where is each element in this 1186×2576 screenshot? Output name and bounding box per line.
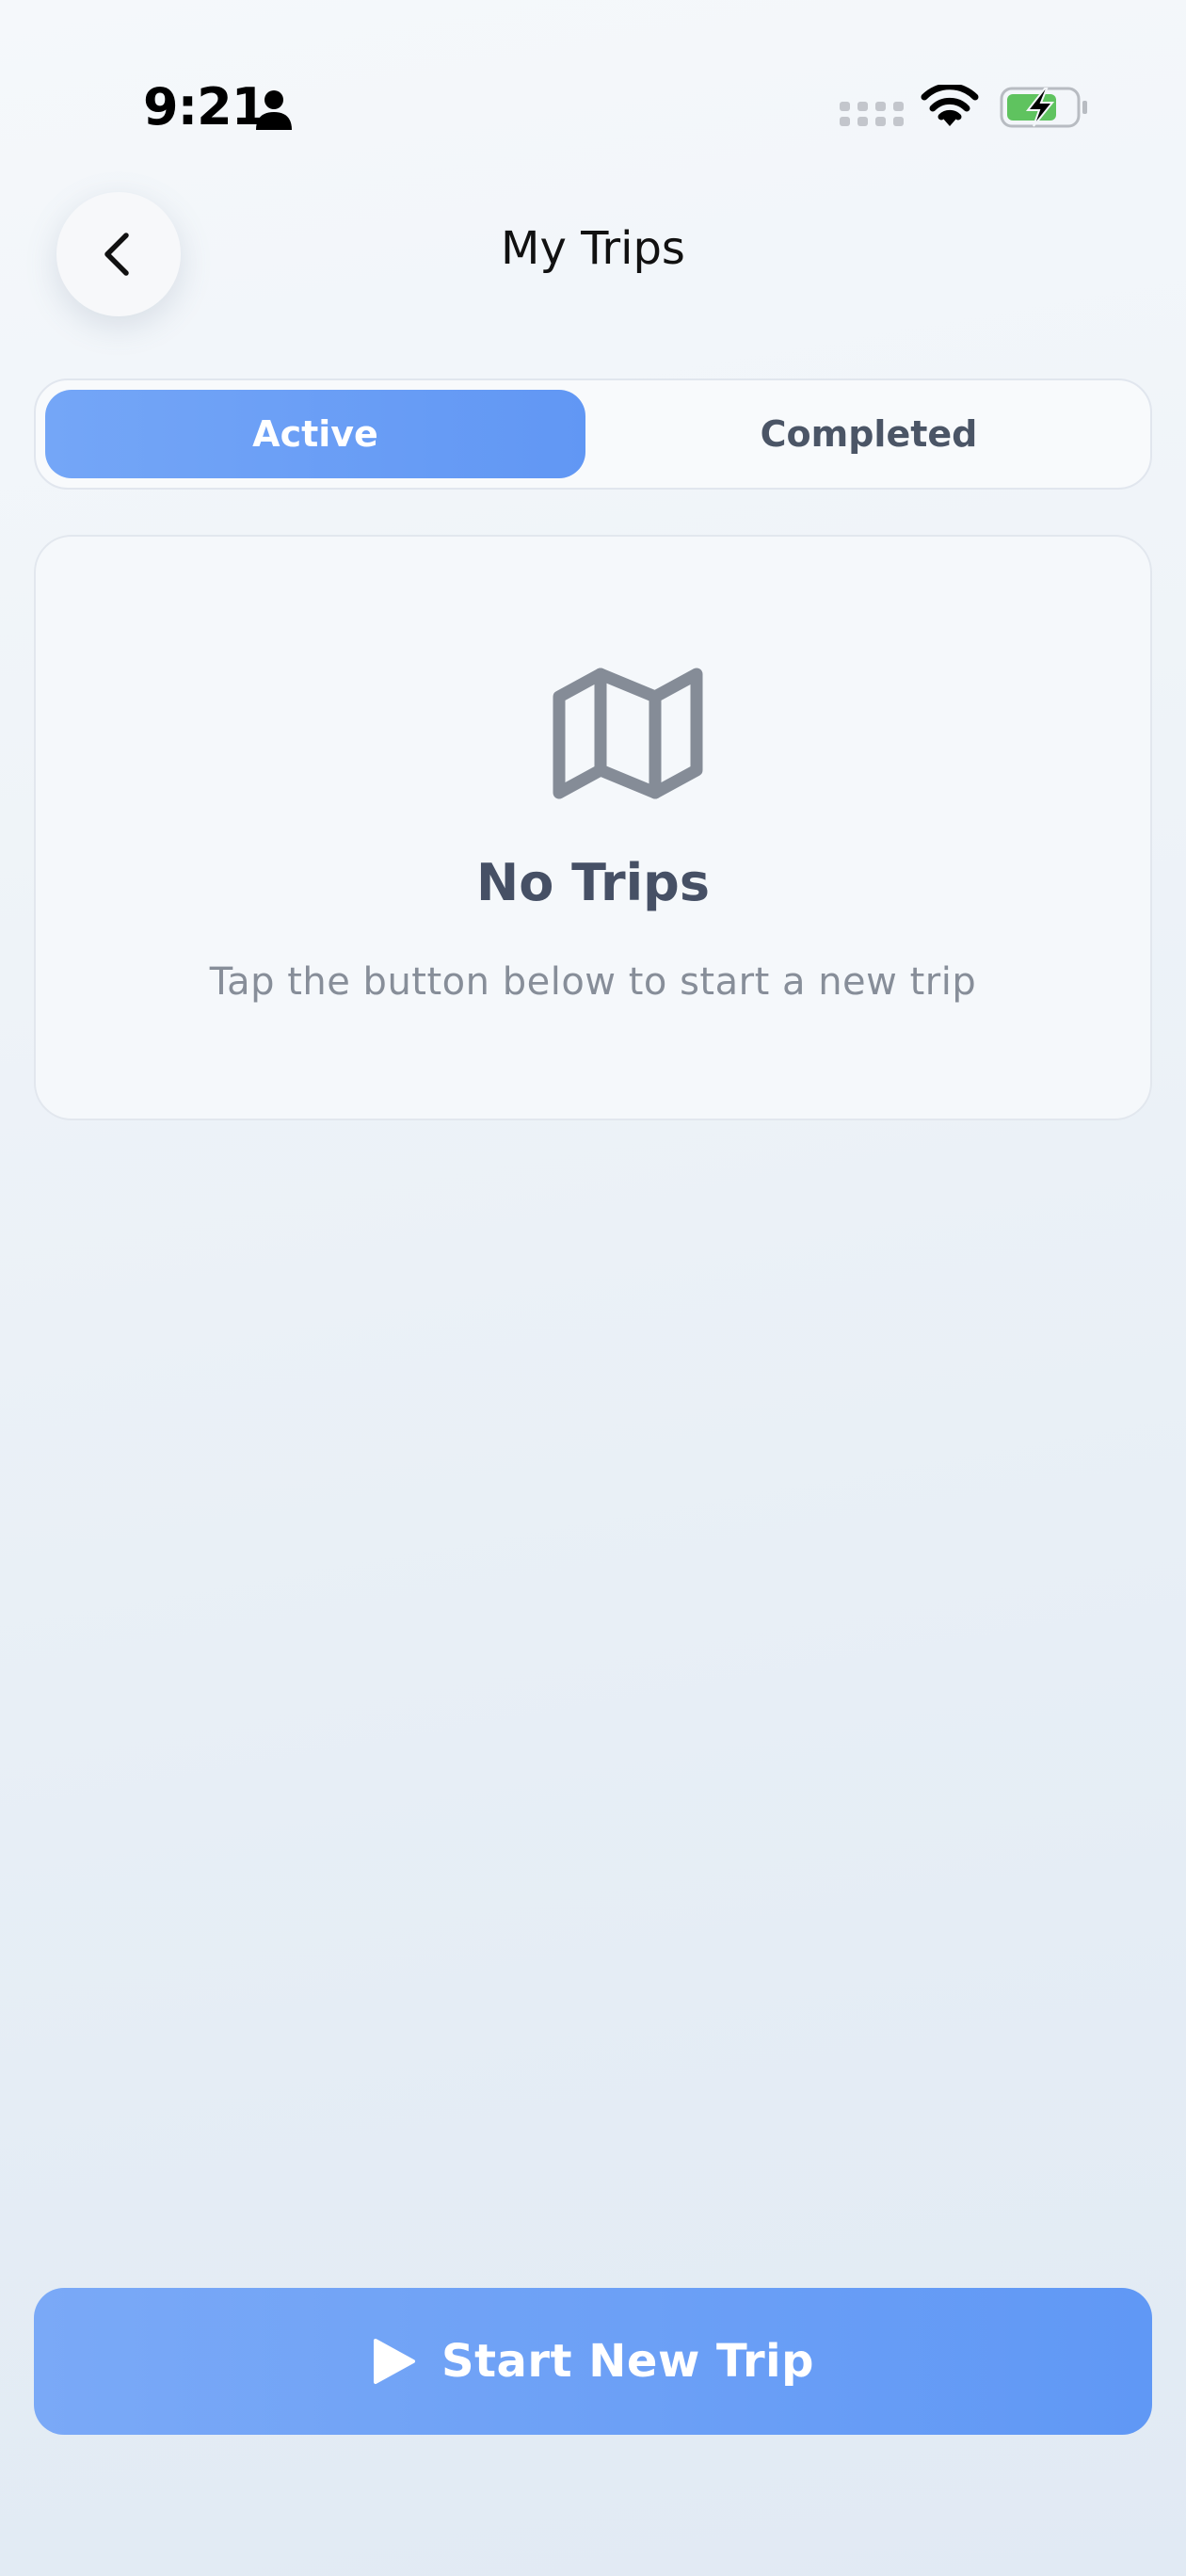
- empty-state-title: No Trips: [476, 853, 710, 912]
- status-bar: 9:21: [0, 0, 1186, 217]
- tab-completed[interactable]: Completed: [599, 390, 1139, 478]
- start-new-trip-button[interactable]: Start New Trip: [34, 2288, 1152, 2435]
- status-time: 9:21: [143, 77, 266, 137]
- empty-state-card: No Trips Tap the button below to start a…: [34, 535, 1152, 1120]
- map-icon: [553, 668, 703, 799]
- trip-status-tabs: Active Completed: [34, 378, 1152, 490]
- signal-icon: [840, 102, 904, 126]
- empty-state-subtitle: Tap the button below to start a new trip: [209, 960, 977, 1004]
- battery-charging-icon: [1000, 87, 1087, 128]
- person-icon: [256, 90, 292, 130]
- play-icon: [374, 2339, 416, 2384]
- tab-active[interactable]: Active: [45, 390, 585, 478]
- page-title: My Trips: [501, 222, 685, 275]
- wifi-icon: [921, 85, 979, 126]
- start-new-trip-label: Start New Trip: [441, 2335, 814, 2388]
